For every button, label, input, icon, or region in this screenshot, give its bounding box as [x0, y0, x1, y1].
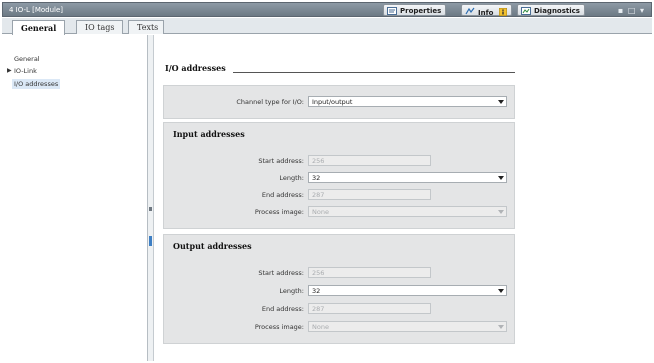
info-badge-icon	[498, 7, 508, 17]
properties-content: I/O addresses Channel type for I/O: Inpu…	[155, 35, 652, 361]
section-heading: I/O addresses	[165, 63, 226, 73]
input-process-image-value: None	[312, 208, 329, 216]
input-start-value: 256	[312, 157, 325, 165]
splitter-marker	[149, 236, 152, 246]
output-start-field: 256	[308, 267, 431, 278]
input-process-image-select: None	[308, 206, 507, 217]
tab-io-tags[interactable]: IO tags	[76, 20, 124, 34]
chevron-down-icon	[497, 208, 505, 215]
output-length-label: Length:	[279, 287, 304, 295]
window-controls[interactable]: ▪ □ ▾	[618, 6, 645, 15]
input-process-image-label: Process image:	[254, 208, 304, 216]
input-end-label: End address:	[261, 191, 304, 199]
output-length-select[interactable]: 32	[308, 285, 507, 296]
nav-item-io-link-label: IO-Link	[14, 67, 37, 75]
output-addresses-title: Output addresses	[173, 241, 252, 251]
properties-tab-label: Properties	[400, 7, 442, 15]
nav-item-general[interactable]: General	[14, 55, 40, 63]
channel-type-label: Channel type for I/O:	[236, 98, 304, 106]
chevron-down-icon	[497, 323, 505, 330]
nav-item-io-link[interactable]: ▶ IO-Link	[7, 67, 37, 75]
channel-panel: Channel type for I/O: Input/output	[163, 85, 515, 119]
input-addresses-panel: Input addresses Start address: 256 Lengt…	[163, 122, 515, 229]
diagnostics-icon	[521, 7, 531, 15]
window-title: 4 IO-L [Module]	[9, 6, 64, 14]
chevron-down-icon[interactable]	[497, 287, 505, 294]
input-length-value: 32	[312, 174, 321, 182]
output-addresses-panel: Output addresses Start address: 256 Leng…	[163, 234, 515, 344]
input-addresses-title: Input addresses	[173, 129, 245, 139]
output-start-label: Start address:	[258, 269, 304, 277]
info-tab[interactable]: Info	[461, 4, 512, 17]
chevron-down-icon[interactable]	[497, 98, 505, 105]
output-process-image-select: None	[308, 321, 507, 332]
output-length-value: 32	[312, 287, 321, 295]
splitter-grip-icon[interactable]	[149, 207, 152, 211]
input-end-field: 287	[308, 189, 431, 200]
output-end-label: End address:	[261, 305, 304, 313]
diagnostics-tab[interactable]: Diagnostics	[517, 4, 585, 16]
nav-item-io-addresses-label: I/O addresses	[14, 80, 59, 88]
nav-item-general-label: General	[14, 55, 40, 63]
channel-type-select[interactable]: Input/output	[308, 96, 507, 107]
properties-icon	[387, 7, 397, 15]
nav-item-io-addresses[interactable]: I/O addresses	[12, 79, 61, 89]
section-divider	[233, 72, 515, 73]
input-length-label: Length:	[279, 174, 304, 182]
expand-arrow-icon[interactable]: ▶	[7, 67, 12, 74]
output-end-field: 287	[308, 303, 431, 314]
output-start-value: 256	[312, 269, 325, 277]
tab-general[interactable]: General	[12, 20, 66, 35]
input-start-field: 256	[308, 155, 431, 166]
channel-type-value: Input/output	[312, 98, 353, 106]
output-end-value: 287	[312, 305, 325, 313]
diagnostics-tab-label: Diagnostics	[534, 7, 580, 15]
tab-texts[interactable]: Texts	[128, 20, 164, 34]
input-length-select[interactable]: 32	[308, 172, 507, 183]
input-end-value: 287	[312, 191, 325, 199]
pane-splitter[interactable]	[148, 35, 154, 361]
info-tab-label: Info	[478, 9, 494, 17]
left-navigation: General ▶ IO-Link I/O addresses	[2, 35, 148, 361]
inspector-title-bar: 4 IO-L [Module] Properties Info Diagnost…	[2, 2, 652, 17]
info-icon	[465, 7, 475, 15]
output-process-image-value: None	[312, 323, 329, 331]
tab-strip: General IO tags Texts	[2, 18, 652, 35]
input-start-label: Start address:	[258, 157, 304, 165]
output-process-image-label: Process image:	[254, 323, 304, 331]
properties-tab[interactable]: Properties	[383, 4, 447, 16]
chevron-down-icon[interactable]	[497, 174, 505, 181]
